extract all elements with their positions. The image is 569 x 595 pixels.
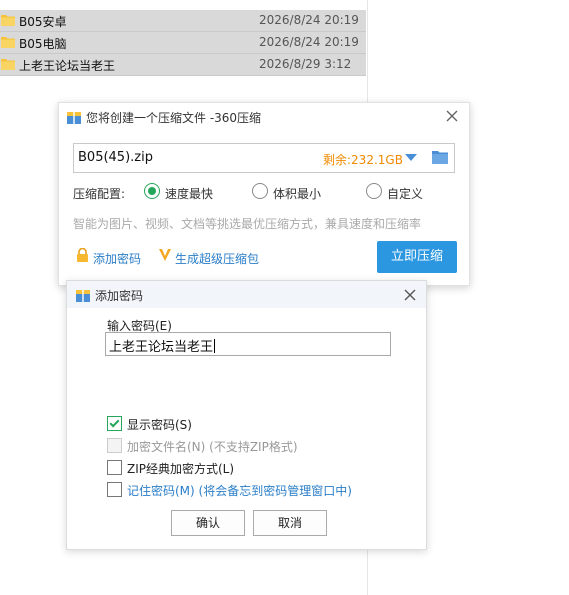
text-caret <box>214 339 216 353</box>
folder-icon <box>1 59 15 70</box>
super-package-link[interactable]: 生成超级压缩包 <box>175 250 259 267</box>
cancel-button[interactable]: 取消 <box>253 510 327 536</box>
file-name: B05电脑 <box>19 37 67 51</box>
encrypt-filenames-label: 加密文件名(N) (不支持ZIP格式) <box>127 440 298 454</box>
radio-custom-label[interactable]: 自定义 <box>387 185 423 202</box>
compress-dialog: 您将创建一个压缩文件 -360压缩 B05(45).zip 剩余:232.1GB… <box>58 102 470 286</box>
chevron-down-icon[interactable] <box>405 154 417 162</box>
browse-folder-icon[interactable] <box>432 150 448 164</box>
file-name: B05安卓 <box>19 15 67 29</box>
archive-name-value: B05(45).zip <box>78 150 153 165</box>
folder-icon <box>1 15 15 26</box>
password-text: 上老王论坛当老王 <box>109 340 214 355</box>
lock-icon <box>77 248 88 262</box>
radio-fastest[interactable] <box>144 183 160 199</box>
close-icon[interactable] <box>402 287 418 303</box>
dialog-title: 添加密码 <box>95 289 144 303</box>
remaining-space: 剩余:232.1GB <box>323 153 403 167</box>
show-password-label[interactable]: 显示密码(S) <box>127 416 192 433</box>
close-icon[interactable] <box>444 108 460 124</box>
compress-now-button[interactable]: 立即压缩 <box>377 241 457 273</box>
super-package-icon <box>159 249 171 261</box>
remember-password-checkbox[interactable] <box>107 482 122 497</box>
file-row[interactable]: B05电脑 2026/8/24 20:19 <box>0 32 366 54</box>
show-password-checkbox[interactable] <box>107 416 122 431</box>
encrypt-filenames-checkbox <box>107 438 122 453</box>
file-date: 2026/8/24 20:19 <box>259 35 359 49</box>
file-row[interactable]: 上老王论坛当老王 2026/8/29 3:12 <box>0 54 366 76</box>
file-name: 上老王论坛当老王 <box>19 59 116 73</box>
add-password-link[interactable]: 添加密码 <box>93 250 141 267</box>
password-value: 上老王论坛当老王 <box>109 336 216 355</box>
radio-smallest[interactable] <box>252 183 268 199</box>
zip-classic-encryption-checkbox[interactable] <box>107 460 122 475</box>
archive-app-icon <box>76 290 90 302</box>
file-list: B05安卓 2026/8/24 20:19 B05电脑 2026/8/24 20… <box>0 10 366 76</box>
file-row[interactable]: B05安卓 2026/8/24 20:19 <box>0 10 366 32</box>
radio-fastest-label[interactable]: 速度最快 <box>165 185 213 202</box>
radio-custom[interactable] <box>366 183 382 199</box>
password-dialog: 添加密码 输入密码(E) 上老王论坛当老王 显示密码(S) 加密文件名(N) (… <box>66 280 427 550</box>
folder-icon <box>1 37 15 48</box>
archive-name-field[interactable]: B05(45).zip 剩余:232.1GB <box>73 143 455 173</box>
confirm-button[interactable]: 确认 <box>171 510 245 536</box>
password-input[interactable]: 上老王论坛当老王 <box>105 332 391 356</box>
archive-app-icon <box>67 112 81 124</box>
remember-password-label[interactable]: 记住密码(M) (将会备忘到密码管理窗口中) <box>127 482 352 499</box>
mode-hint: 智能为图片、视频、文档等挑选最优压缩方式，兼具速度和压缩率 <box>73 217 422 231</box>
file-date: 2026/8/24 20:19 <box>259 13 359 27</box>
zip-classic-encryption-label[interactable]: ZIP经典加密方式(L) <box>127 460 234 477</box>
file-date: 2026/8/29 3:12 <box>259 57 352 71</box>
dialog-title: 您将创建一个压缩文件 -360压缩 <box>86 111 262 125</box>
radio-smallest-label[interactable]: 体积最小 <box>273 185 321 202</box>
compress-config-label: 压缩配置: <box>73 187 126 201</box>
